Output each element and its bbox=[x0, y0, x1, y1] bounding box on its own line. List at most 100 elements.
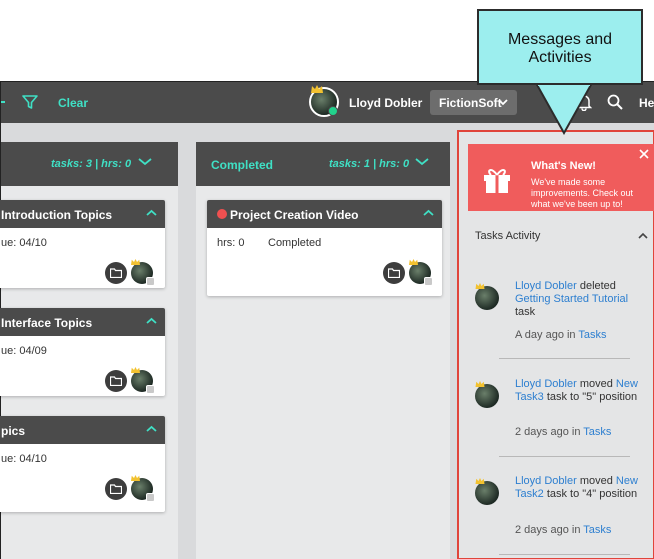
activity-item: Lloyd Dobler deleted Getting Started Tut… bbox=[475, 280, 647, 350]
filter-icon[interactable] bbox=[22, 94, 38, 110]
assignee-avatar[interactable] bbox=[409, 259, 433, 286]
activity-place-link[interactable]: Tasks bbox=[583, 524, 611, 536]
avatar-badge bbox=[424, 277, 433, 286]
online-status-dot bbox=[328, 106, 338, 116]
crown-icon bbox=[131, 367, 140, 373]
activity-user-link[interactable]: Lloyd Dobler bbox=[515, 475, 577, 487]
activity-action: deleted bbox=[579, 280, 616, 292]
card-title: Project Creation Video bbox=[230, 208, 359, 222]
gift-icon bbox=[484, 169, 510, 193]
assignee-avatar[interactable] bbox=[131, 475, 155, 502]
whats-new-title: What's New! bbox=[531, 160, 596, 172]
folder-icon bbox=[110, 484, 122, 494]
activity-time: A day ago in Tasks bbox=[515, 329, 607, 341]
card-due-date: ue: 04/10 bbox=[1, 237, 47, 249]
chevron-up-icon[interactable] bbox=[423, 209, 434, 217]
callout-text: Messages and Activities bbox=[507, 31, 613, 66]
folder-button[interactable] bbox=[383, 262, 405, 284]
activity-divider bbox=[499, 456, 630, 457]
whats-new-text: We've made some improvements. Check out … bbox=[531, 177, 634, 209]
card-title: Introduction Topics bbox=[1, 208, 113, 222]
help-link[interactable]: He bbox=[639, 96, 654, 110]
folder-button[interactable] bbox=[105, 262, 127, 284]
card-status: Completed bbox=[268, 237, 322, 249]
callout-pointer bbox=[534, 83, 594, 135]
avatar-badge bbox=[146, 493, 155, 502]
crown-icon bbox=[131, 259, 140, 265]
activity-avatar bbox=[475, 283, 499, 310]
activity-avatar bbox=[475, 478, 499, 505]
card-hours: hrs: 0 bbox=[217, 237, 245, 249]
activity-section-title: Tasks Activity bbox=[475, 230, 541, 242]
card-header: Introduction Topics bbox=[0, 200, 165, 228]
card-due-date: ue: 04/10 bbox=[1, 453, 47, 465]
card-header: pics bbox=[0, 416, 165, 444]
task-card[interactable]: Project Creation Video hrs: 0 Completed bbox=[207, 200, 442, 296]
activity-tail: task bbox=[515, 306, 536, 318]
chevron-up-icon[interactable] bbox=[638, 232, 648, 239]
activity-time: 2 days ago in Tasks bbox=[515, 524, 611, 536]
close-icon[interactable] bbox=[639, 149, 649, 159]
chevron-up-icon[interactable] bbox=[146, 425, 157, 433]
messages-activity-panel: What's New! We've made some improvements… bbox=[457, 130, 654, 559]
cropped-nav-item bbox=[1, 101, 5, 103]
activity-place-link[interactable]: Tasks bbox=[578, 329, 606, 341]
activity-text: Lloyd Dobler moved New Task3 task to "5"… bbox=[515, 378, 645, 404]
user-avatar[interactable] bbox=[309, 85, 339, 117]
avatar-badge bbox=[146, 277, 155, 286]
card-due-date: ue: 04/09 bbox=[1, 345, 47, 357]
chevron-down-icon[interactable] bbox=[138, 157, 152, 167]
chevron-down-icon[interactable] bbox=[415, 157, 429, 167]
card-title: Interface Topics bbox=[1, 316, 93, 330]
chevron-up-icon[interactable] bbox=[146, 317, 157, 325]
folder-icon bbox=[388, 268, 400, 278]
assignee-avatar[interactable] bbox=[131, 367, 155, 394]
folder-icon bbox=[110, 268, 122, 278]
task-card[interactable]: pics ue: 04/10 bbox=[0, 416, 165, 512]
crown-icon bbox=[475, 478, 485, 484]
activity-avatar bbox=[475, 381, 499, 408]
activity-time: 2 days ago in Tasks bbox=[515, 426, 611, 438]
crown-icon bbox=[409, 259, 418, 265]
chevron-up-icon[interactable] bbox=[146, 209, 157, 217]
activity-user-link[interactable]: Lloyd Dobler bbox=[515, 378, 577, 390]
folder-button[interactable] bbox=[105, 370, 127, 392]
user-name[interactable]: Lloyd Dobler bbox=[349, 96, 422, 110]
crown-icon bbox=[475, 381, 485, 387]
organization-dropdown[interactable]: FictionSoft bbox=[430, 90, 517, 115]
clear-filter-link[interactable]: Clear bbox=[58, 96, 88, 110]
whats-new-banner[interactable]: What's New! We've made some improvements… bbox=[468, 144, 654, 211]
task-column-completed: Completed tasks: 1 | hrs: 0 Project Crea… bbox=[196, 142, 450, 559]
activity-text: Lloyd Dobler deleted Getting Started Tut… bbox=[515, 280, 645, 319]
activity-action: moved bbox=[579, 378, 613, 390]
organization-label: FictionSoft bbox=[439, 95, 502, 110]
activity-item: Lloyd Dobler moved New Task2 task to "4"… bbox=[475, 475, 647, 545]
activity-target-link[interactable]: Getting Started Tutorial bbox=[515, 293, 628, 305]
search-icon[interactable] bbox=[607, 94, 623, 110]
card-header: Interface Topics bbox=[0, 308, 165, 336]
crown-icon bbox=[311, 85, 323, 93]
assignee-avatar[interactable] bbox=[131, 259, 155, 286]
task-card[interactable]: Interface Topics ue: 04/09 bbox=[0, 308, 165, 396]
task-card[interactable]: Introduction Topics ue: 04/10 bbox=[0, 200, 165, 288]
app-window: Clear Lloyd Dobler FictionSoft He tasks:… bbox=[0, 81, 654, 559]
activity-item: Lloyd Dobler moved New Task3 task to "5"… bbox=[475, 378, 647, 448]
activity-time-text: A day ago in bbox=[515, 329, 576, 341]
activity-user-link[interactable]: Lloyd Dobler bbox=[515, 280, 577, 292]
column-stats: tasks: 3 | hrs: 0 bbox=[51, 158, 132, 170]
folder-icon bbox=[110, 376, 122, 386]
activity-time-text: 2 days ago in bbox=[515, 524, 581, 536]
column-header: tasks: 3 | hrs: 0 bbox=[1, 142, 178, 186]
annotation-callout: Messages and Activities bbox=[477, 9, 643, 85]
chevron-down-icon bbox=[498, 99, 508, 106]
activity-tail: task to "5" position bbox=[546, 391, 638, 403]
priority-dot bbox=[217, 209, 227, 219]
crown-icon bbox=[131, 475, 140, 481]
activity-divider bbox=[499, 554, 630, 555]
activity-time-text: 2 days ago in bbox=[515, 426, 581, 438]
activity-tail: task to "4" position bbox=[546, 488, 638, 500]
column-stats: tasks: 1 | hrs: 0 bbox=[329, 158, 410, 170]
activity-divider bbox=[499, 358, 630, 359]
folder-button[interactable] bbox=[105, 478, 127, 500]
activity-place-link[interactable]: Tasks bbox=[583, 426, 611, 438]
